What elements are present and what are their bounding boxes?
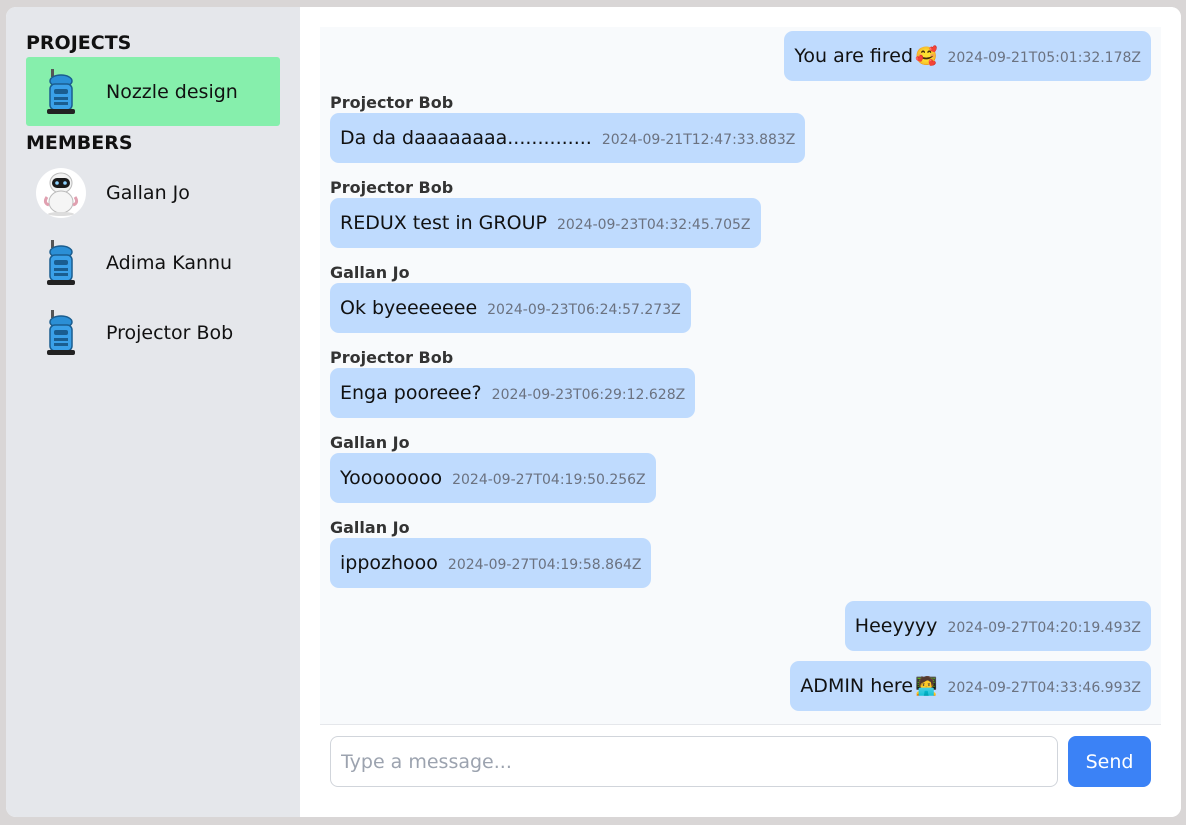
member-name: Adima Kannu [106, 252, 233, 274]
send-button[interactable]: Send [1068, 736, 1151, 787]
message-text: Ok byeeeeeee [340, 297, 478, 319]
projects-heading: PROJECTS [26, 32, 132, 54]
message-bubble: ippozhooo 2024-09-27T04:19:58.864Z [330, 538, 652, 588]
message-text: REDUX test in GROUP [340, 212, 547, 234]
technologist-emoji: 🧑‍💻 [915, 676, 938, 697]
member-item-gallan-jo[interactable]: Gallan Jo [26, 163, 280, 223]
message-composer: Send [330, 736, 1151, 787]
message-time: 2024-09-27T04:19:50.256Z [452, 472, 646, 488]
message-bubble: Heeyyyy 2024-09-27T04:20:19.493Z [844, 601, 1151, 651]
members-heading: MEMBERS [26, 132, 133, 154]
message-text: ADMIN here [800, 675, 914, 697]
message-sender: Projector Bob [330, 178, 454, 197]
message-bubble: Yoooooooo 2024-09-27T04:19:50.256Z [330, 453, 656, 503]
smiling-face-hearts-emoji: 🥰 [915, 46, 938, 67]
message-input[interactable] [330, 736, 1058, 787]
message-own: ADMIN here 🧑‍💻 2024-09-27T04:33:46.993Z [790, 661, 1151, 711]
message-other: Projector Bob Da da daaaaaaaa...........… [330, 93, 806, 163]
member-item-projector-bob[interactable]: Projector Bob [26, 303, 280, 363]
message-sender: Gallan Jo [330, 263, 410, 282]
message-time: 2024-09-23T04:32:45.705Z [556, 217, 751, 233]
message-text: You are fired [794, 45, 914, 67]
message-bubble: Enga pooreee? 2024-09-23T06:29:12.628Z [330, 368, 696, 418]
app-window: PROJECTS Nozzle design MEMBERS Gallan Jo… [6, 7, 1181, 817]
message-bubble: REDUX test in GROUP 2024-09-23T04:32:45.… [330, 198, 761, 248]
project-item-nozzle-design[interactable]: Nozzle design [26, 57, 280, 126]
message-text: ippozhooo [340, 552, 438, 574]
message-bubble: Ok byeeeeeee 2024-09-23T06:24:57.273Z [330, 283, 691, 333]
message-own: You are fired 🥰 2024-09-21T05:01:32.178Z [784, 31, 1151, 81]
robot-white-avatar-icon [36, 168, 86, 218]
message-time: 2024-09-27T04:20:19.493Z [947, 620, 1141, 636]
message-sender: Gallan Jo [330, 433, 410, 452]
chat-panel: You are fired 🥰 2024-09-21T05:01:32.178Z… [300, 7, 1181, 817]
message-time: 2024-09-27T04:33:46.993Z [947, 680, 1141, 696]
message-sender: Projector Bob [330, 93, 454, 112]
message-sender: Gallan Jo [330, 518, 410, 537]
message-list[interactable]: You are fired 🥰 2024-09-21T05:01:32.178Z… [320, 27, 1161, 725]
member-item-adima-kannu[interactable]: Adima Kannu [26, 233, 280, 293]
message-text: Da da daaaaaaaa.............. [340, 127, 592, 149]
robot-blue-avatar-icon [36, 67, 86, 117]
message-other: Gallan Jo ippozhooo 2024-09-27T04:19:58.… [330, 518, 652, 588]
message-bubble: ADMIN here 🧑‍💻 2024-09-27T04:33:46.993Z [790, 661, 1151, 711]
project-name: Nozzle design [106, 80, 238, 103]
message-time: 2024-09-21T05:01:32.178Z [947, 50, 1141, 66]
message-text: Enga pooreee? [340, 382, 482, 404]
robot-blue-avatar-icon [36, 308, 86, 358]
message-sender: Projector Bob [330, 348, 454, 367]
sidebar: PROJECTS Nozzle design MEMBERS Gallan Jo… [6, 7, 300, 817]
member-name: Projector Bob [106, 322, 234, 344]
message-other: Projector Bob Enga pooreee? 2024-09-23T0… [330, 348, 696, 418]
message-text: Yoooooooo [340, 467, 443, 489]
message-time: 2024-09-23T06:24:57.273Z [487, 302, 681, 318]
message-other: Projector Bob REDUX test in GROUP 2024-0… [330, 178, 761, 248]
message-time: 2024-09-21T12:47:33.883Z [601, 132, 796, 148]
message-other: Gallan Jo Yoooooooo 2024-09-27T04:19:50.… [330, 433, 656, 503]
message-bubble: Da da daaaaaaaa.............. 2024-09-21… [330, 113, 806, 163]
message-bubble: You are fired 🥰 2024-09-21T05:01:32.178Z [784, 31, 1151, 81]
robot-blue-avatar-icon [36, 238, 86, 288]
message-time: 2024-09-27T04:19:58.864Z [447, 557, 642, 573]
member-name: Gallan Jo [106, 182, 190, 204]
message-own: Heeyyyy 2024-09-27T04:20:19.493Z [844, 601, 1151, 651]
message-text: Heeyyyy [854, 615, 938, 637]
message-other: Gallan Jo Ok byeeeeeee 2024-09-23T06:24:… [330, 263, 691, 333]
message-time: 2024-09-23T06:29:12.628Z [491, 387, 686, 403]
